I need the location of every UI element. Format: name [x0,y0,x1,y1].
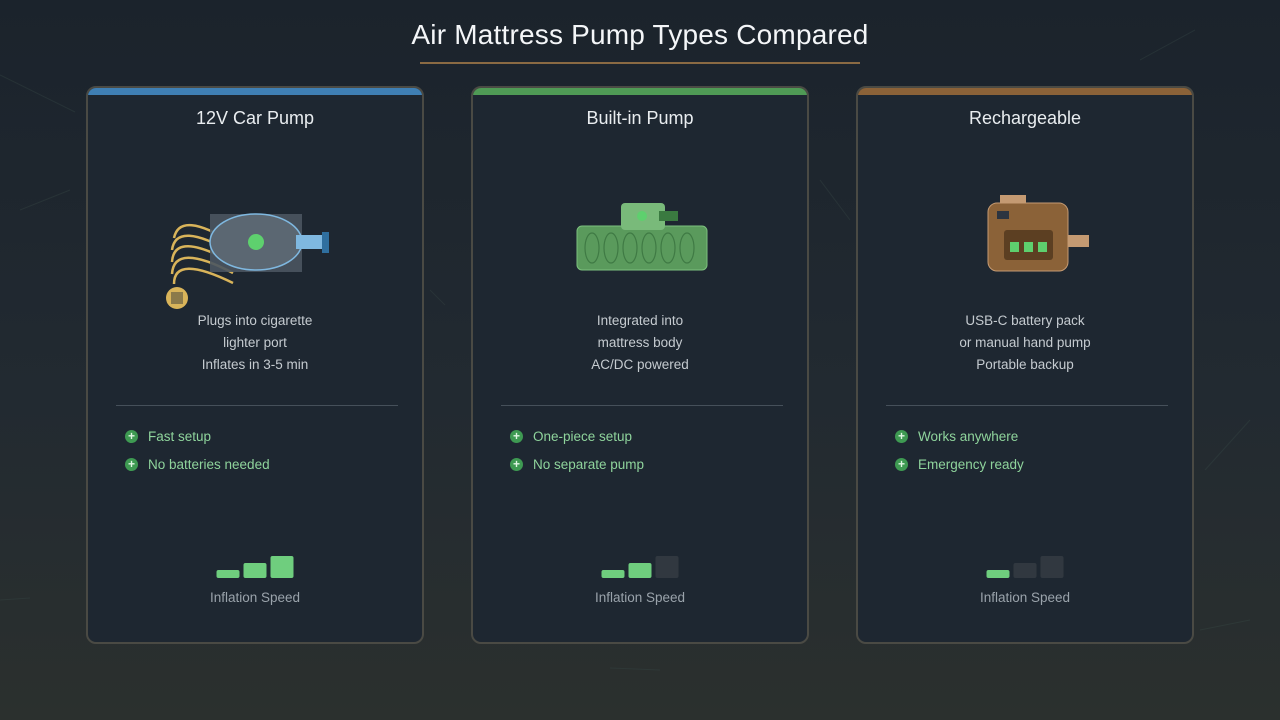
card-description: USB-C battery pack or manual hand pump P… [858,310,1192,376]
pro-item: + Works anywhere [895,424,1024,452]
pro-label: One-piece setup [533,428,633,444]
desc-line: lighter port [223,335,287,350]
pro-item: + No batteries needed [125,452,270,480]
desc-line: or manual hand pump [959,335,1091,350]
plus-icon: + [510,457,523,471]
speed-bar-filled [243,563,267,578]
speed-meter [601,556,679,578]
plus-icon: + [895,457,908,471]
card-title: Built-in Pump [586,108,694,128]
pros-list: + Fast setup + No batteries needed [125,424,270,480]
desc-line: AC/DC powered [591,357,689,372]
speed-bar-empty [1040,556,1064,578]
pro-item: + Emergency ready [895,452,1024,480]
pro-label: No separate pump [533,456,645,472]
card-accent-bar [88,88,422,95]
desc-line: Plugs into cigarette [197,313,313,328]
desc-line: Integrated into [596,313,684,328]
car-pump-icon [166,213,329,309]
meter-label: Inflation Speed [979,590,1071,605]
card-title: Rechargeable [968,108,1082,128]
speed-meter [216,556,294,578]
pro-label: Works anywhere [918,428,1019,444]
pro-item: + One-piece setup [510,424,644,452]
speed-meter [986,556,1064,578]
pros-list: + One-piece setup + No separate pump [510,424,644,480]
built-in-pump-icon [576,203,708,271]
card-description: Integrated into mattress body AC/DC powe… [473,310,807,376]
card-title: 12V Car Pump [195,108,315,128]
speed-bar-filled [270,556,294,578]
card-description: Plugs into cigarette lighter port Inflat… [88,310,422,376]
plus-icon: + [895,429,908,443]
pro-label: Emergency ready [918,456,1024,472]
desc-line: USB-C battery pack [965,313,1085,328]
card-car-pump: 12V Car Pump Plugs into cigarette lighte… [86,86,424,644]
speed-bar-empty [655,556,679,578]
speed-bar-empty [1013,563,1037,578]
card-accent-bar [473,88,807,95]
card-accent-bar [858,88,1192,95]
meter-label: Inflation Speed [594,590,686,605]
pro-item: + Fast setup [125,424,270,452]
plus-icon: + [125,457,138,471]
title-underline [420,62,860,64]
desc-line: Portable backup [976,357,1074,372]
pro-item: + No separate pump [510,452,644,480]
card-built-in-pump: Built-in Pump Integrated into mattress b… [471,86,809,644]
desc-line: Inflates in 3-5 min [201,357,309,372]
meter-label: Inflation Speed [209,590,301,605]
rechargeable-pump-icon [987,195,1089,272]
card-divider [116,405,398,406]
plus-icon: + [125,429,138,443]
speed-bar-filled [601,570,625,578]
pros-list: + Works anywhere + Emergency ready [895,424,1024,480]
card-divider [886,405,1168,406]
speed-bar-filled [628,563,652,578]
card-divider [501,405,783,406]
desc-line: mattress body [597,335,683,350]
pro-label: No batteries needed [148,456,270,472]
pro-label: Fast setup [148,428,212,444]
card-rechargeable-pump: Rechargeable USB-C battery pack or manua… [856,86,1194,644]
page-title: Air Mattress Pump Types Compared [411,19,869,50]
speed-bar-filled [216,570,240,578]
plus-icon: + [510,429,523,443]
speed-bar-filled [986,570,1010,578]
